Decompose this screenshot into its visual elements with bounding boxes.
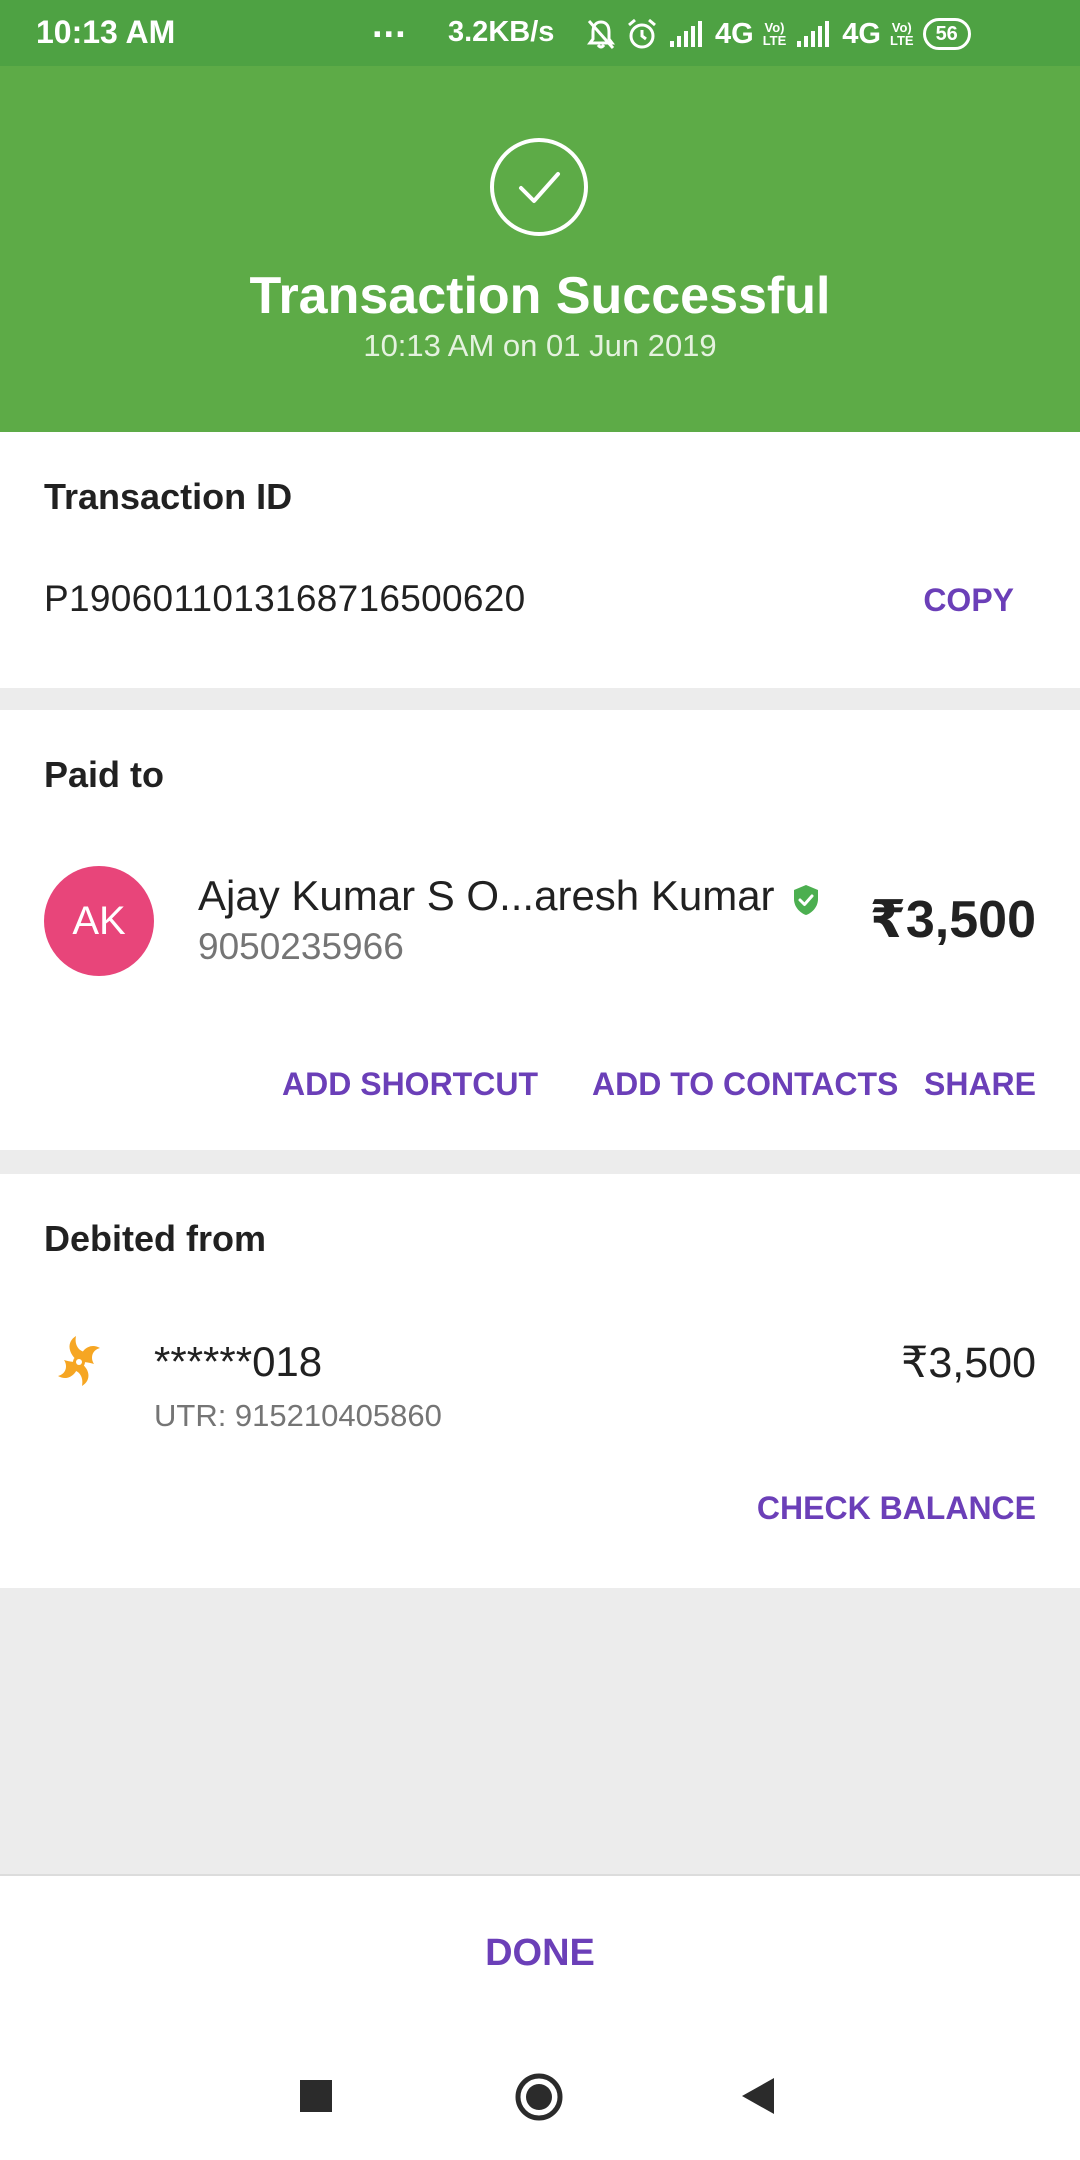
- network-speed: 3.2KB/s: [448, 16, 555, 48]
- bank-logo-icon: [58, 1336, 100, 1386]
- more-notifications-icon: ...: [372, 4, 407, 46]
- check-circle-icon: [490, 138, 588, 236]
- mute-icon: [587, 20, 615, 49]
- status-bar: 10:13 AM ... 3.2KB/s 4G Vo) LTE 4G Vo) L…: [0, 0, 1080, 66]
- home-icon[interactable]: [514, 2072, 564, 2122]
- navigation-bar: [0, 2030, 1080, 2160]
- debited-from-label: Debited from: [44, 1218, 267, 1259]
- back-icon[interactable]: [740, 2076, 776, 2116]
- status-icons: 4G Vo) LTE 4G Vo) LTE 56: [586, 12, 971, 56]
- alarm-icon: [628, 18, 656, 49]
- transaction-id-label: Transaction ID: [44, 476, 293, 517]
- add-to-contacts-button[interactable]: ADD TO CONTACTS: [592, 1066, 898, 1103]
- add-shortcut-button[interactable]: ADD SHORTCUT: [282, 1066, 538, 1103]
- transaction-id-value: P1906011013168716500620: [44, 578, 526, 619]
- done-button[interactable]: DONE: [0, 1932, 1080, 1975]
- volte-icon: Vo) LTE: [762, 20, 787, 48]
- debited-amount: ₹3,500: [901, 1339, 1036, 1387]
- transaction-timestamp: 10:13 AM on 01 Jun 2019: [363, 328, 717, 363]
- payee-name: Ajay Kumar S O...aresh Kumar: [198, 872, 775, 919]
- volte-icon: Vo) LTE: [889, 20, 914, 48]
- paid-amount: ₹3,500: [869, 891, 1036, 949]
- signal-icon: [797, 21, 830, 47]
- copy-button[interactable]: COPY: [923, 582, 1014, 619]
- network-type: 4G: [842, 17, 881, 50]
- paid-to-label: Paid to: [44, 754, 165, 795]
- avatar: AK: [44, 866, 154, 976]
- account-number: ******018: [154, 1338, 323, 1385]
- check-balance-button[interactable]: CHECK BALANCE: [757, 1490, 1036, 1527]
- network-type: 4G: [715, 17, 754, 50]
- status-time: 10:13 AM: [36, 14, 176, 50]
- page-title: Transaction Successful: [249, 267, 831, 325]
- done-bar: DONE: [0, 1874, 1080, 2030]
- share-button[interactable]: SHARE: [924, 1066, 1036, 1103]
- paid-to-card: Paid to AK Ajay Kumar S O...aresh Kumar …: [0, 710, 1080, 1150]
- signal-icon: [670, 21, 702, 47]
- success-header: Transaction Successful 10:13 AM on 01 Ju…: [0, 66, 1080, 432]
- debited-from-card: Debited from ******018 UTR: 915210405860…: [0, 1174, 1080, 1588]
- recents-icon[interactable]: [300, 2080, 332, 2112]
- battery-icon: 56: [922, 18, 971, 50]
- utr-number: UTR: 915210405860: [154, 1398, 442, 1433]
- transaction-id-card: Transaction ID P1906011013168716500620 C…: [0, 432, 1080, 688]
- verified-shield-icon: [794, 885, 818, 915]
- payee-phone: 9050235966: [198, 926, 404, 967]
